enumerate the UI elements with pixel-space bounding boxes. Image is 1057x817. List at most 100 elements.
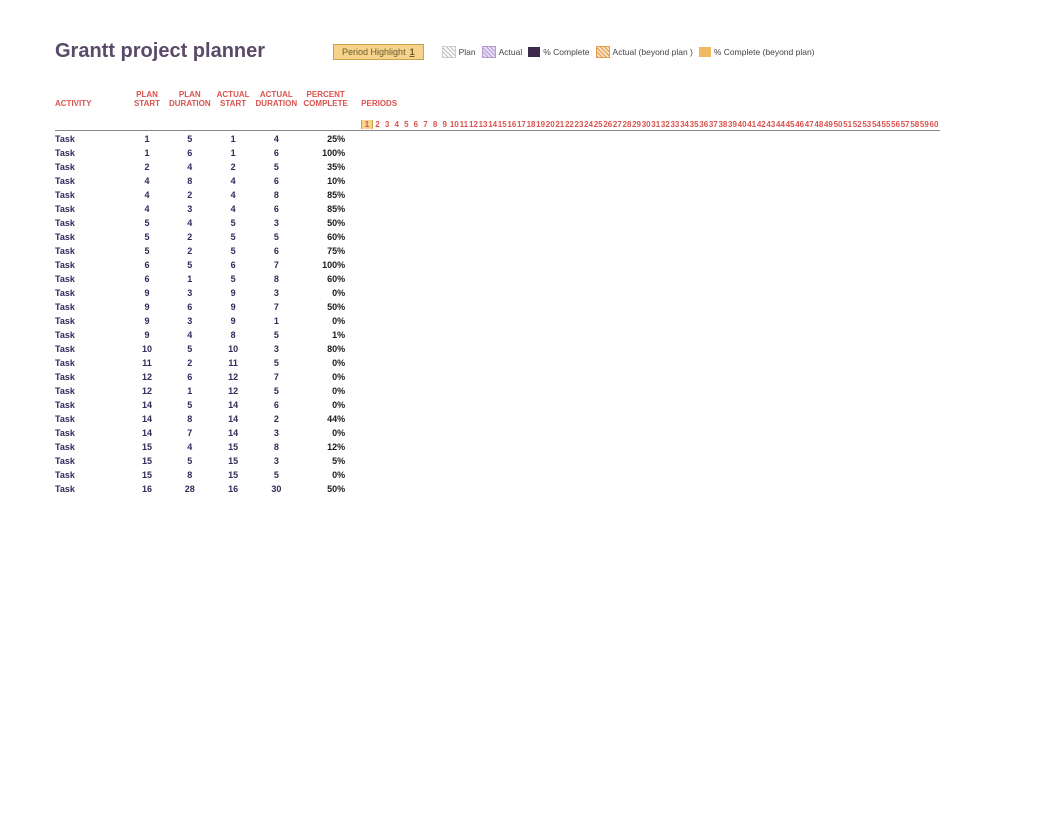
period-highlight-box[interactable]: Period Highlight 1 [333,44,424,60]
actual-duration-cell: 7 [253,370,301,384]
period-number: 33 [670,120,680,129]
activity-cell: Task [55,230,128,244]
table-row[interactable]: Task1616100% [55,146,940,160]
actual-start-cell: 14 [214,398,253,412]
table-row[interactable]: Task1121150% [55,356,940,370]
table-row[interactable]: Task10510380% [55,342,940,356]
period-number: 44 [776,120,786,129]
table-row[interactable]: Task93930% [55,286,940,300]
header-periods: PERIODS [351,91,940,119]
activity-cell: Task [55,370,128,384]
activity-cell: Task [55,328,128,342]
actual-start-cell: 5 [214,216,253,230]
period-number: 16 [507,120,517,129]
plan-duration-cell: 6 [166,300,214,314]
actual-start-cell: 12 [214,384,253,398]
period-number: 51 [843,120,853,129]
period-number: 57 [900,120,910,129]
complete-beyond-swatch-icon [699,47,711,57]
period-number: 10 [449,120,459,129]
actual-start-cell: 9 [214,314,253,328]
table-row[interactable]: Task14814244% [55,412,940,426]
table-row[interactable]: Task545350% [55,216,940,230]
table-row[interactable]: Task525675% [55,244,940,258]
percent-complete-cell: 5% [300,454,351,468]
plan-start-cell: 4 [128,202,166,216]
period-number: 30 [641,120,651,129]
percent-complete-cell: 0% [300,398,351,412]
column-headers: ACTIVITY PLANSTART PLANDURATION ACTUALST… [55,91,940,119]
period-number: 17 [517,120,527,129]
period-number: 55 [881,120,891,129]
table-row[interactable]: Task94851% [55,328,940,342]
table-row[interactable]: Task151425% [55,132,940,146]
activity-cell: Task [55,482,128,496]
plan-swatch-icon [442,46,456,58]
actual-start-cell: 15 [214,454,253,468]
period-number: 5 [402,120,412,129]
activity-cell: Task [55,272,128,286]
activity-cell: Task [55,412,128,426]
period-number: 32 [661,120,671,129]
percent-complete-cell: 50% [300,482,351,496]
actual-duration-cell: 7 [253,258,301,272]
plan-start-cell: 4 [128,188,166,202]
period-number: 14 [488,120,498,129]
table-row[interactable]: Task242535% [55,160,940,174]
table-row[interactable]: Task484610% [55,174,940,188]
plan-duration-cell: 2 [166,188,214,202]
table-row[interactable]: Task1581550% [55,468,940,482]
actual-duration-cell: 6 [253,202,301,216]
period-number: 25 [593,120,603,129]
actual-duration-cell: 8 [253,188,301,202]
activity-cell: Task [55,258,128,272]
complete-swatch-icon [528,47,540,57]
table-row[interactable]: Task424885% [55,188,940,202]
table-row[interactable]: Task1261270% [55,370,940,384]
actual-start-cell: 1 [214,132,253,146]
header-activity: ACTIVITY [55,91,128,119]
table-row[interactable]: Task1211250% [55,384,940,398]
actual-duration-cell: 3 [253,216,301,230]
period-number: 56 [891,120,901,129]
actual-duration-cell: 6 [253,398,301,412]
percent-complete-cell: 60% [300,230,351,244]
plan-start-cell: 9 [128,300,166,314]
percent-complete-cell: 0% [300,370,351,384]
actual-duration-cell: 5 [253,356,301,370]
period-number: 8 [430,120,440,129]
period-number: 52 [852,120,862,129]
actual-start-cell: 1 [214,146,253,160]
period-number: 41 [747,120,757,129]
actual-start-cell: 4 [214,174,253,188]
legend-complete-beyond: % Complete (beyond plan) [699,47,815,57]
table-row[interactable]: Task1471430% [55,426,940,440]
table-row[interactable]: Task615860% [55,272,940,286]
legend-actual-beyond: Actual (beyond plan ) [596,46,693,58]
table-row[interactable]: Task525560% [55,230,940,244]
period-number: 4 [392,120,402,129]
activity-cell: Task [55,384,128,398]
table-row[interactable]: Task1551535% [55,454,940,468]
actual-duration-cell: 6 [253,244,301,258]
plan-duration-cell: 2 [166,230,214,244]
table-row[interactable]: Task93910% [55,314,940,328]
table-row[interactable]: Task969750% [55,300,940,314]
table-row[interactable]: Task6567100% [55,258,940,272]
actual-start-cell: 15 [214,468,253,482]
period-number: 9 [440,120,450,129]
table-row[interactable]: Task1628163050% [55,482,940,496]
plan-duration-cell: 4 [166,328,214,342]
table-row[interactable]: Task434685% [55,202,940,216]
percent-complete-cell: 50% [300,300,351,314]
table-row[interactable]: Task15415812% [55,440,940,454]
period-number: 47 [804,120,814,129]
actual-start-cell: 4 [214,188,253,202]
plan-duration-cell: 8 [166,468,214,482]
activity-cell: Task [55,188,128,202]
legend-plan: Plan [442,46,476,58]
plan-start-cell: 6 [128,272,166,286]
plan-start-cell: 9 [128,314,166,328]
actual-duration-cell: 30 [253,482,301,496]
table-row[interactable]: Task1451460% [55,398,940,412]
